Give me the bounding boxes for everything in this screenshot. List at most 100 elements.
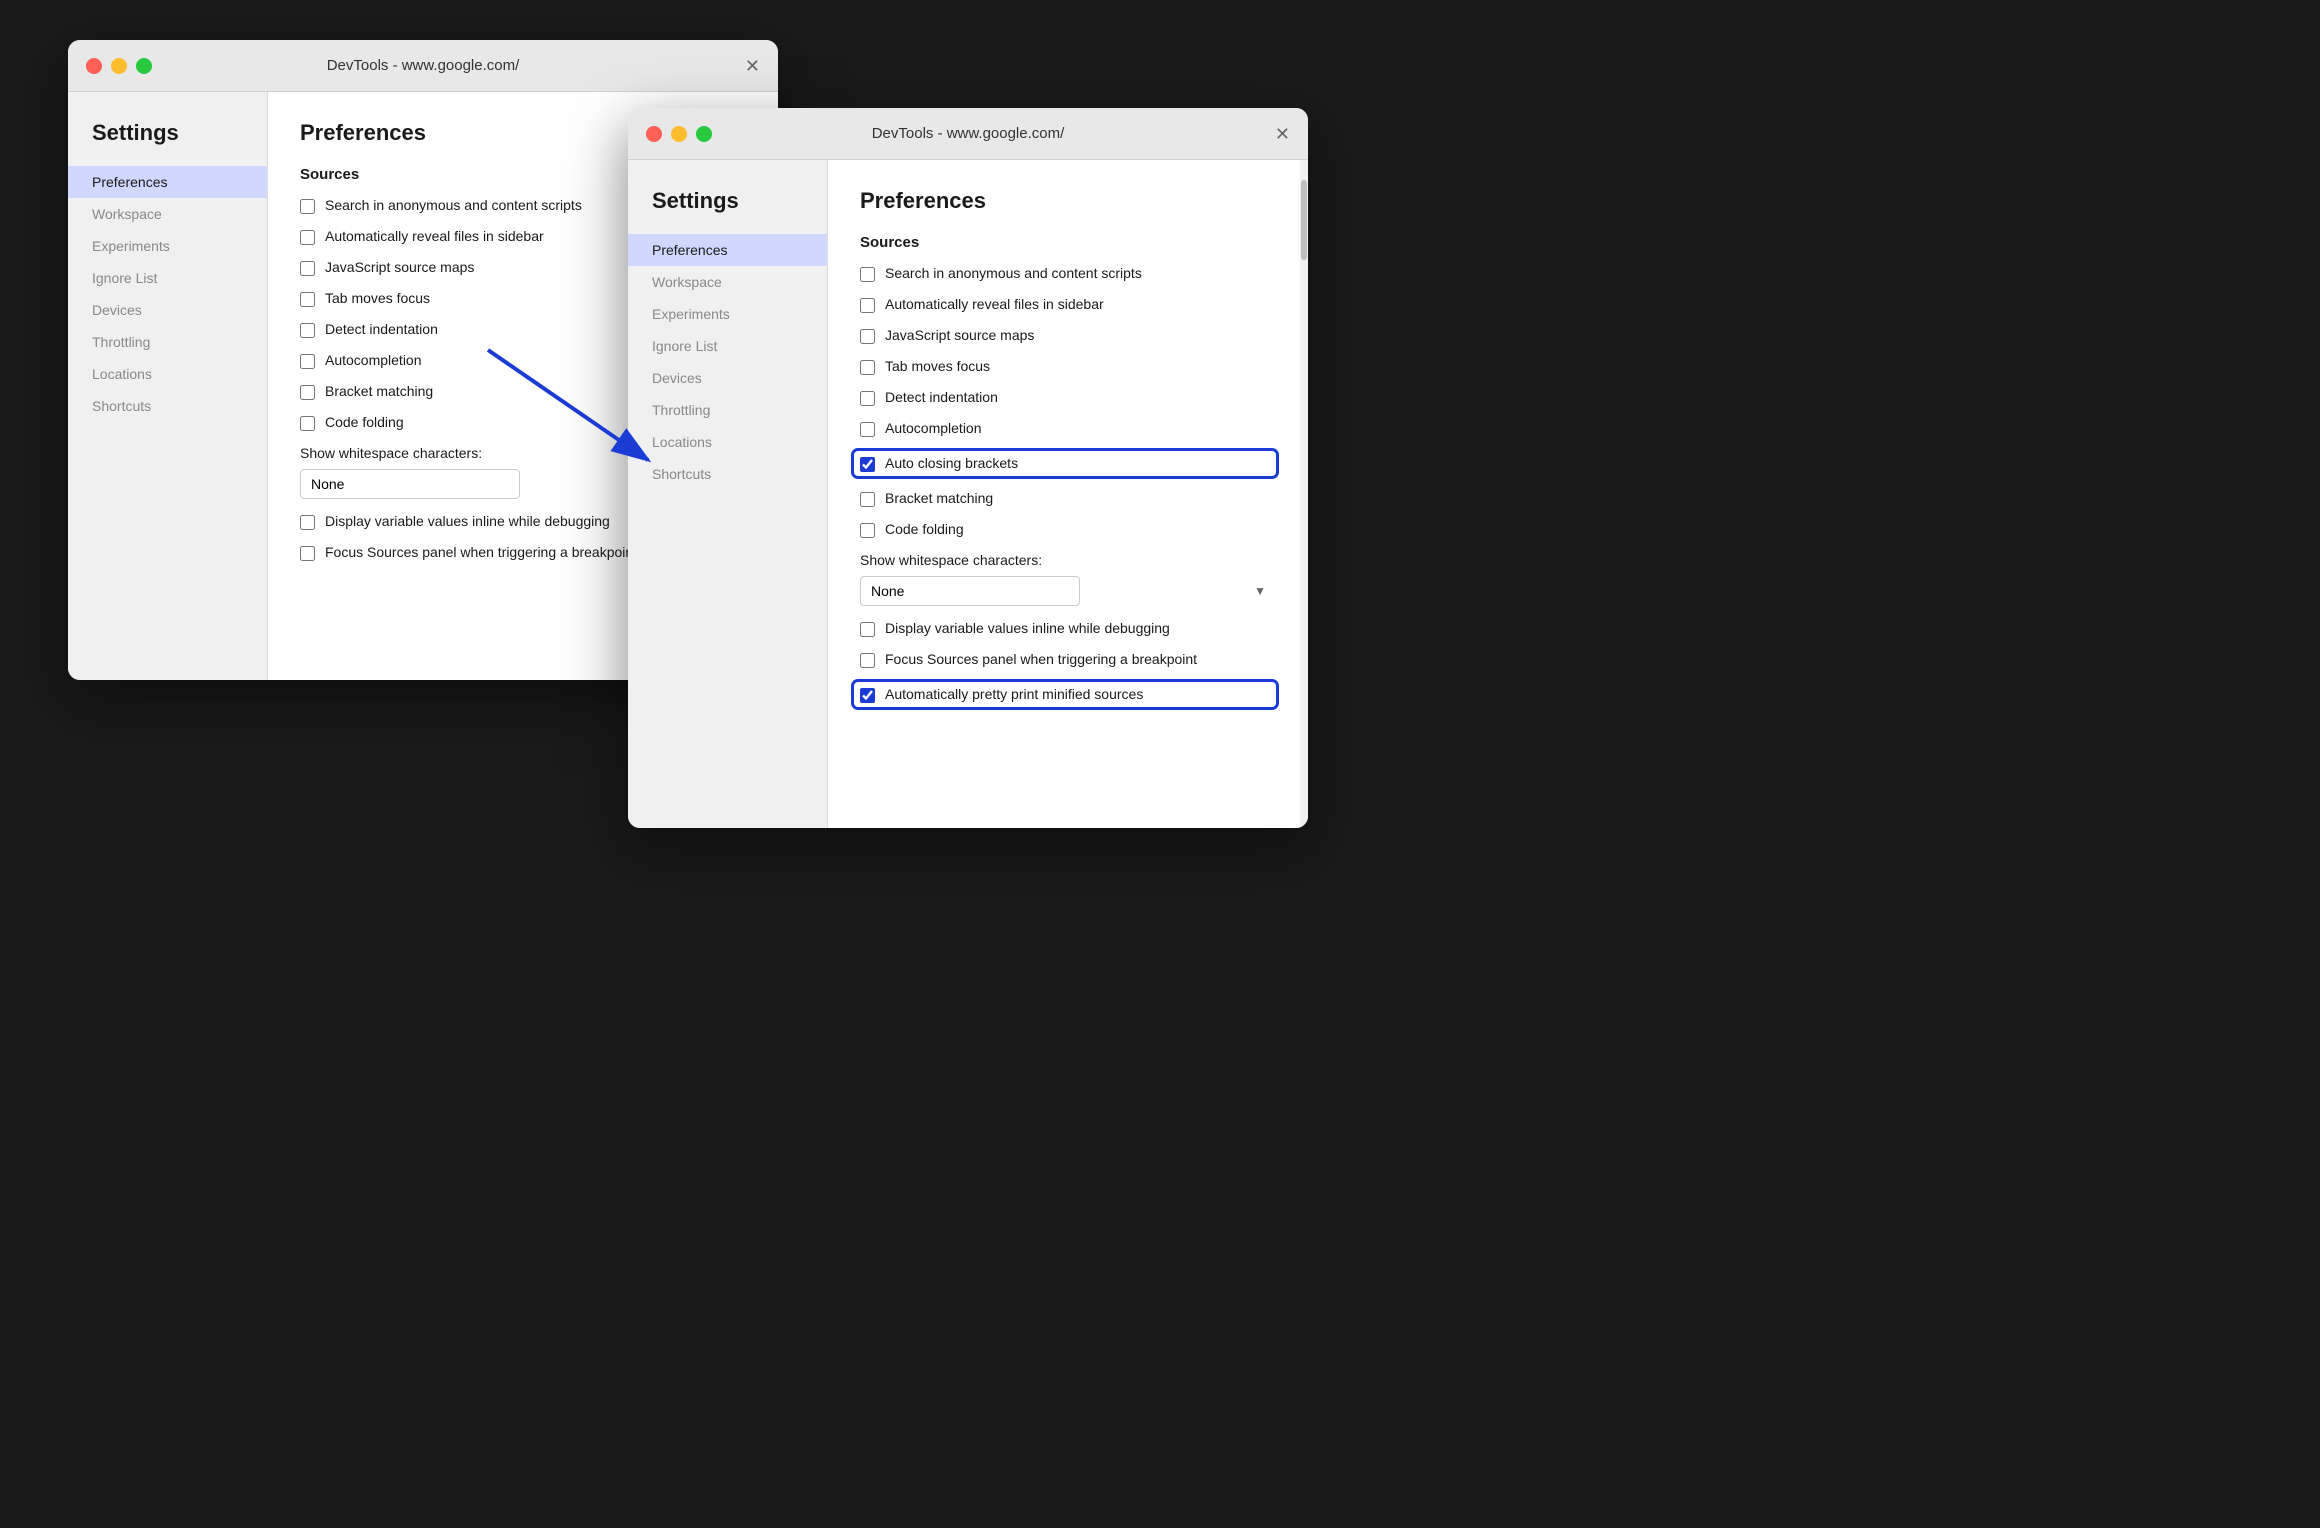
w2-checkbox-input-4[interactable] — [860, 391, 875, 406]
titlebar-2: DevTools - www.google.com/ ✕ — [628, 108, 1308, 160]
close-button-1[interactable] — [86, 58, 102, 74]
whitespace-select-wrapper-2[interactable]: None All Trailing ▼ — [860, 576, 1276, 606]
w2-checkbox-3[interactable]: Tab moves focus — [860, 358, 1276, 375]
w2-checkbox-8[interactable]: Code folding — [860, 521, 1276, 538]
w1-checkbox-input-7[interactable] — [300, 416, 315, 431]
sidebar-item-throttling-2[interactable]: Throttling — [628, 394, 827, 426]
sidebar-item-locations-2[interactable]: Locations — [628, 426, 827, 458]
w2-btm-checkbox-input-1[interactable] — [860, 653, 875, 668]
w2-checkbox-input-1[interactable] — [860, 298, 875, 313]
sidebar-item-experiments-2[interactable]: Experiments — [628, 298, 827, 330]
sidebar-item-workspace-1[interactable]: Workspace — [68, 198, 267, 230]
titlebar-1: DevTools - www.google.com/ ✕ — [68, 40, 778, 92]
settings-body-2: Settings Preferences Workspace Experimen… — [628, 160, 1308, 828]
w2-btm-checkbox-2[interactable]: Automatically pretty print minified sour… — [854, 682, 1276, 707]
w1-checkbox-label-6: Bracket matching — [325, 383, 433, 399]
sidebar-item-preferences-1[interactable]: Preferences — [68, 166, 267, 198]
checkbox-list-2: Search in anonymous and content scripts A… — [860, 265, 1276, 538]
content-title-2: Preferences — [860, 188, 1276, 214]
w1-checkbox-input-0[interactable] — [300, 199, 315, 214]
sidebar-2: Settings Preferences Workspace Experimen… — [628, 160, 828, 828]
w1-checkbox-input-5[interactable] — [300, 354, 315, 369]
maximize-button-1[interactable] — [136, 58, 152, 74]
w1-checkbox-input-4[interactable] — [300, 323, 315, 338]
traffic-lights-1[interactable] — [86, 58, 152, 74]
w2-checkbox-input-8[interactable] — [860, 523, 875, 538]
window-title-2: DevTools - www.google.com/ — [872, 125, 1065, 142]
w2-btm-checkbox-1[interactable]: Focus Sources panel when triggering a br… — [860, 651, 1276, 668]
maximize-button-2[interactable] — [696, 126, 712, 142]
sidebar-item-devices-1[interactable]: Devices — [68, 294, 267, 326]
w1-btm-checkbox-input-1[interactable] — [300, 546, 315, 561]
w2-checkbox-4[interactable]: Detect indentation — [860, 389, 1276, 406]
sidebar-1: Settings Preferences Workspace Experimen… — [68, 92, 268, 680]
w2-btm-checkbox-label-0: Display variable values inline while deb… — [885, 620, 1170, 636]
w1-checkbox-label-3: Tab moves focus — [325, 290, 430, 306]
sidebar-item-ignorelist-1[interactable]: Ignore List — [68, 262, 267, 294]
w2-checkbox-input-3[interactable] — [860, 360, 875, 375]
w2-btm-checkbox-0[interactable]: Display variable values inline while deb… — [860, 620, 1276, 637]
w1-checkbox-input-2[interactable] — [300, 261, 315, 276]
close-icon-2[interactable]: ✕ — [1275, 125, 1290, 143]
bottom-checkbox-list-2: Display variable values inline while deb… — [860, 620, 1276, 707]
scrollbar-thumb[interactable] — [1301, 180, 1307, 260]
w2-checkbox-input-5[interactable] — [860, 422, 875, 437]
w2-checkbox-6[interactable]: Auto closing brackets — [854, 451, 1276, 476]
w2-checkbox-label-2: JavaScript source maps — [885, 327, 1034, 343]
settings-heading-1: Settings — [68, 120, 267, 166]
w1-checkbox-input-6[interactable] — [300, 385, 315, 400]
w2-checkbox-2[interactable]: JavaScript source maps — [860, 327, 1276, 344]
w1-btm-checkbox-label-1: Focus Sources panel when triggering a br… — [325, 544, 637, 560]
settings-heading-2: Settings — [628, 188, 827, 234]
sidebar-item-preferences-2[interactable]: Preferences — [628, 234, 827, 266]
sidebar-item-workspace-2[interactable]: Workspace — [628, 266, 827, 298]
w1-checkbox-label-1: Automatically reveal files in sidebar — [325, 228, 544, 244]
w1-btm-checkbox-input-0[interactable] — [300, 515, 315, 530]
w2-checkbox-input-7[interactable] — [860, 492, 875, 507]
w2-checkbox-label-7: Bracket matching — [885, 490, 993, 506]
w2-checkbox-input-6[interactable] — [860, 457, 875, 472]
w2-checkbox-input-0[interactable] — [860, 267, 875, 282]
close-icon-1[interactable]: ✕ — [745, 57, 760, 75]
w2-checkbox-1[interactable]: Automatically reveal files in sidebar — [860, 296, 1276, 313]
traffic-lights-2[interactable] — [646, 126, 712, 142]
w2-checkbox-label-3: Tab moves focus — [885, 358, 990, 374]
w2-btm-checkbox-label-1: Focus Sources panel when triggering a br… — [885, 651, 1197, 667]
w1-checkbox-label-4: Detect indentation — [325, 321, 438, 337]
window-2[interactable]: DevTools - www.google.com/ ✕ Settings Pr… — [628, 108, 1308, 828]
whitespace-select-2[interactable]: None All Trailing — [860, 576, 1080, 606]
select-arrow-icon-2: ▼ — [1254, 584, 1266, 598]
w2-checkbox-label-0: Search in anonymous and content scripts — [885, 265, 1142, 281]
sidebar-item-devices-2[interactable]: Devices — [628, 362, 827, 394]
w1-checkbox-input-3[interactable] — [300, 292, 315, 307]
w2-btm-checkbox-label-2: Automatically pretty print minified sour… — [885, 686, 1143, 702]
whitespace-label-2: Show whitespace characters: — [860, 552, 1276, 568]
sidebar-item-shortcuts-2[interactable]: Shortcuts — [628, 458, 827, 490]
w2-checkbox-0[interactable]: Search in anonymous and content scripts — [860, 265, 1276, 282]
minimize-button-2[interactable] — [671, 126, 687, 142]
w1-checkbox-label-2: JavaScript source maps — [325, 259, 474, 275]
sidebar-item-experiments-1[interactable]: Experiments — [68, 230, 267, 262]
sidebar-item-locations-1[interactable]: Locations — [68, 358, 267, 390]
sidebar-item-throttling-1[interactable]: Throttling — [68, 326, 267, 358]
w2-btm-checkbox-input-2[interactable] — [860, 688, 875, 703]
whitespace-select-1[interactable]: None All Trailing — [300, 469, 520, 499]
section-heading-2: Sources — [860, 234, 1276, 251]
w2-checkbox-label-4: Detect indentation — [885, 389, 998, 405]
window-title-1: DevTools - www.google.com/ — [327, 57, 520, 74]
w2-checkbox-5[interactable]: Autocompletion — [860, 420, 1276, 437]
w2-btm-checkbox-input-0[interactable] — [860, 622, 875, 637]
sidebar-item-shortcuts-1[interactable]: Shortcuts — [68, 390, 267, 422]
w2-checkbox-input-2[interactable] — [860, 329, 875, 344]
w2-checkbox-label-5: Autocompletion — [885, 420, 982, 436]
sidebar-item-ignorelist-2[interactable]: Ignore List — [628, 330, 827, 362]
w2-checkbox-label-6: Auto closing brackets — [885, 455, 1018, 471]
w1-btm-checkbox-label-0: Display variable values inline while deb… — [325, 513, 610, 529]
w2-checkbox-label-8: Code folding — [885, 521, 964, 537]
scrollbar-track[interactable] — [1300, 160, 1308, 828]
w2-checkbox-7[interactable]: Bracket matching — [860, 490, 1276, 507]
w1-checkbox-input-1[interactable] — [300, 230, 315, 245]
close-button-2[interactable] — [646, 126, 662, 142]
minimize-button-1[interactable] — [111, 58, 127, 74]
w1-checkbox-label-5: Autocompletion — [325, 352, 422, 368]
